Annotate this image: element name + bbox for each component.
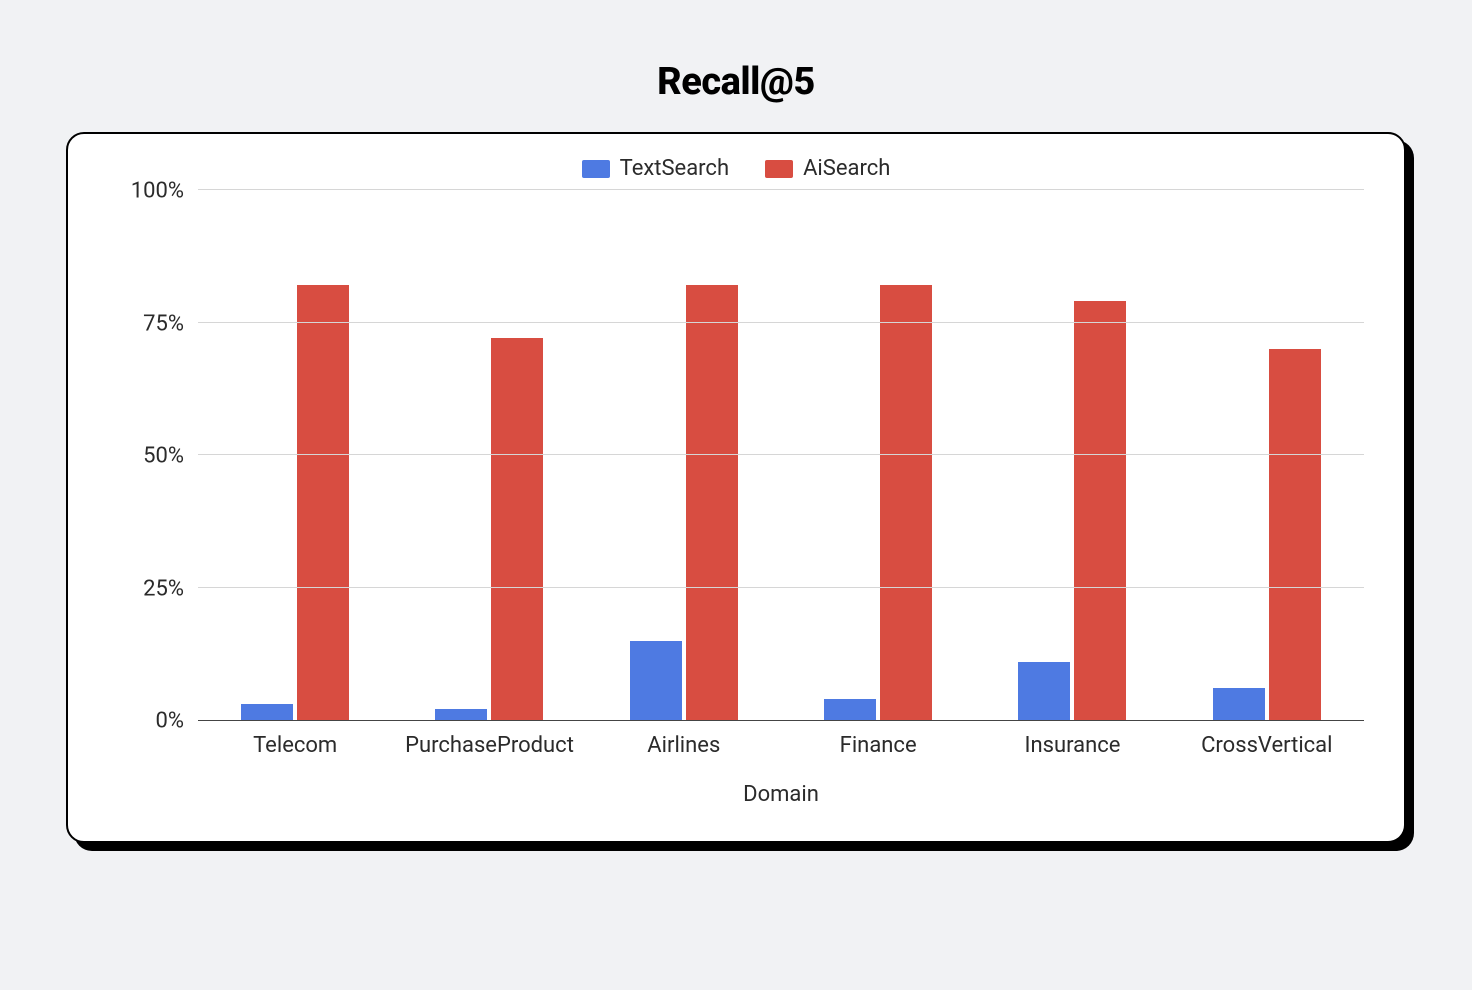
legend-label: TextSearch (620, 156, 729, 181)
chart-card: TextSearch AiSearch 0% 25% 50% 75% 100% Telec… (66, 132, 1406, 843)
bar-group (781, 191, 975, 720)
legend: TextSearch AiSearch (108, 156, 1364, 181)
y-tick-label: 25% (108, 576, 184, 601)
chart-container: Recall@5 TextSearch AiSearch 0% 25% 50% 75% 1… (66, 60, 1406, 843)
gridline (198, 322, 1364, 323)
x-tick-label: CrossVertical (1170, 733, 1364, 758)
x-tick-label: Insurance (975, 733, 1169, 758)
x-axis-labels: TelecomPurchaseProductAirlinesFinanceIns… (198, 733, 1364, 758)
y-tick-label: 0% (108, 709, 184, 734)
bar (1213, 688, 1265, 720)
bar-group (587, 191, 781, 720)
bar-groups (198, 191, 1364, 720)
bar (297, 285, 349, 720)
bar-group (198, 191, 392, 720)
bar (435, 709, 487, 720)
bar (686, 285, 738, 720)
gridline (198, 587, 1364, 588)
legend-swatch (765, 160, 793, 178)
y-axis: 0%25%50%75%100% (108, 191, 198, 721)
gridline (198, 454, 1364, 455)
x-tick-label: Telecom (198, 733, 392, 758)
bar (1269, 349, 1321, 720)
bar (824, 699, 876, 720)
bar-group (392, 191, 586, 720)
bar (630, 641, 682, 721)
gridline (198, 189, 1364, 190)
plot-area (198, 191, 1364, 721)
legend-item: AiSearch (765, 156, 890, 181)
bar (880, 285, 932, 720)
x-axis-title: Domain (198, 782, 1364, 807)
bar-group (975, 191, 1169, 720)
bar (1018, 662, 1070, 720)
chart-title: Recall@5 (66, 60, 1406, 104)
bar (241, 704, 293, 720)
plot-row: 0%25%50%75%100% (108, 191, 1364, 721)
y-tick-label: 50% (108, 444, 184, 469)
legend-item: TextSearch (582, 156, 729, 181)
bar (1074, 301, 1126, 720)
x-tick-label: Airlines (587, 733, 781, 758)
bar (491, 338, 543, 720)
x-tick-label: PurchaseProduct (392, 733, 586, 758)
legend-label: AiSearch (803, 156, 890, 181)
x-tick-label: Finance (781, 733, 975, 758)
bar-group (1170, 191, 1364, 720)
y-tick-label: 75% (108, 311, 184, 336)
legend-swatch (582, 160, 610, 178)
y-tick-label: 100% (108, 179, 184, 204)
